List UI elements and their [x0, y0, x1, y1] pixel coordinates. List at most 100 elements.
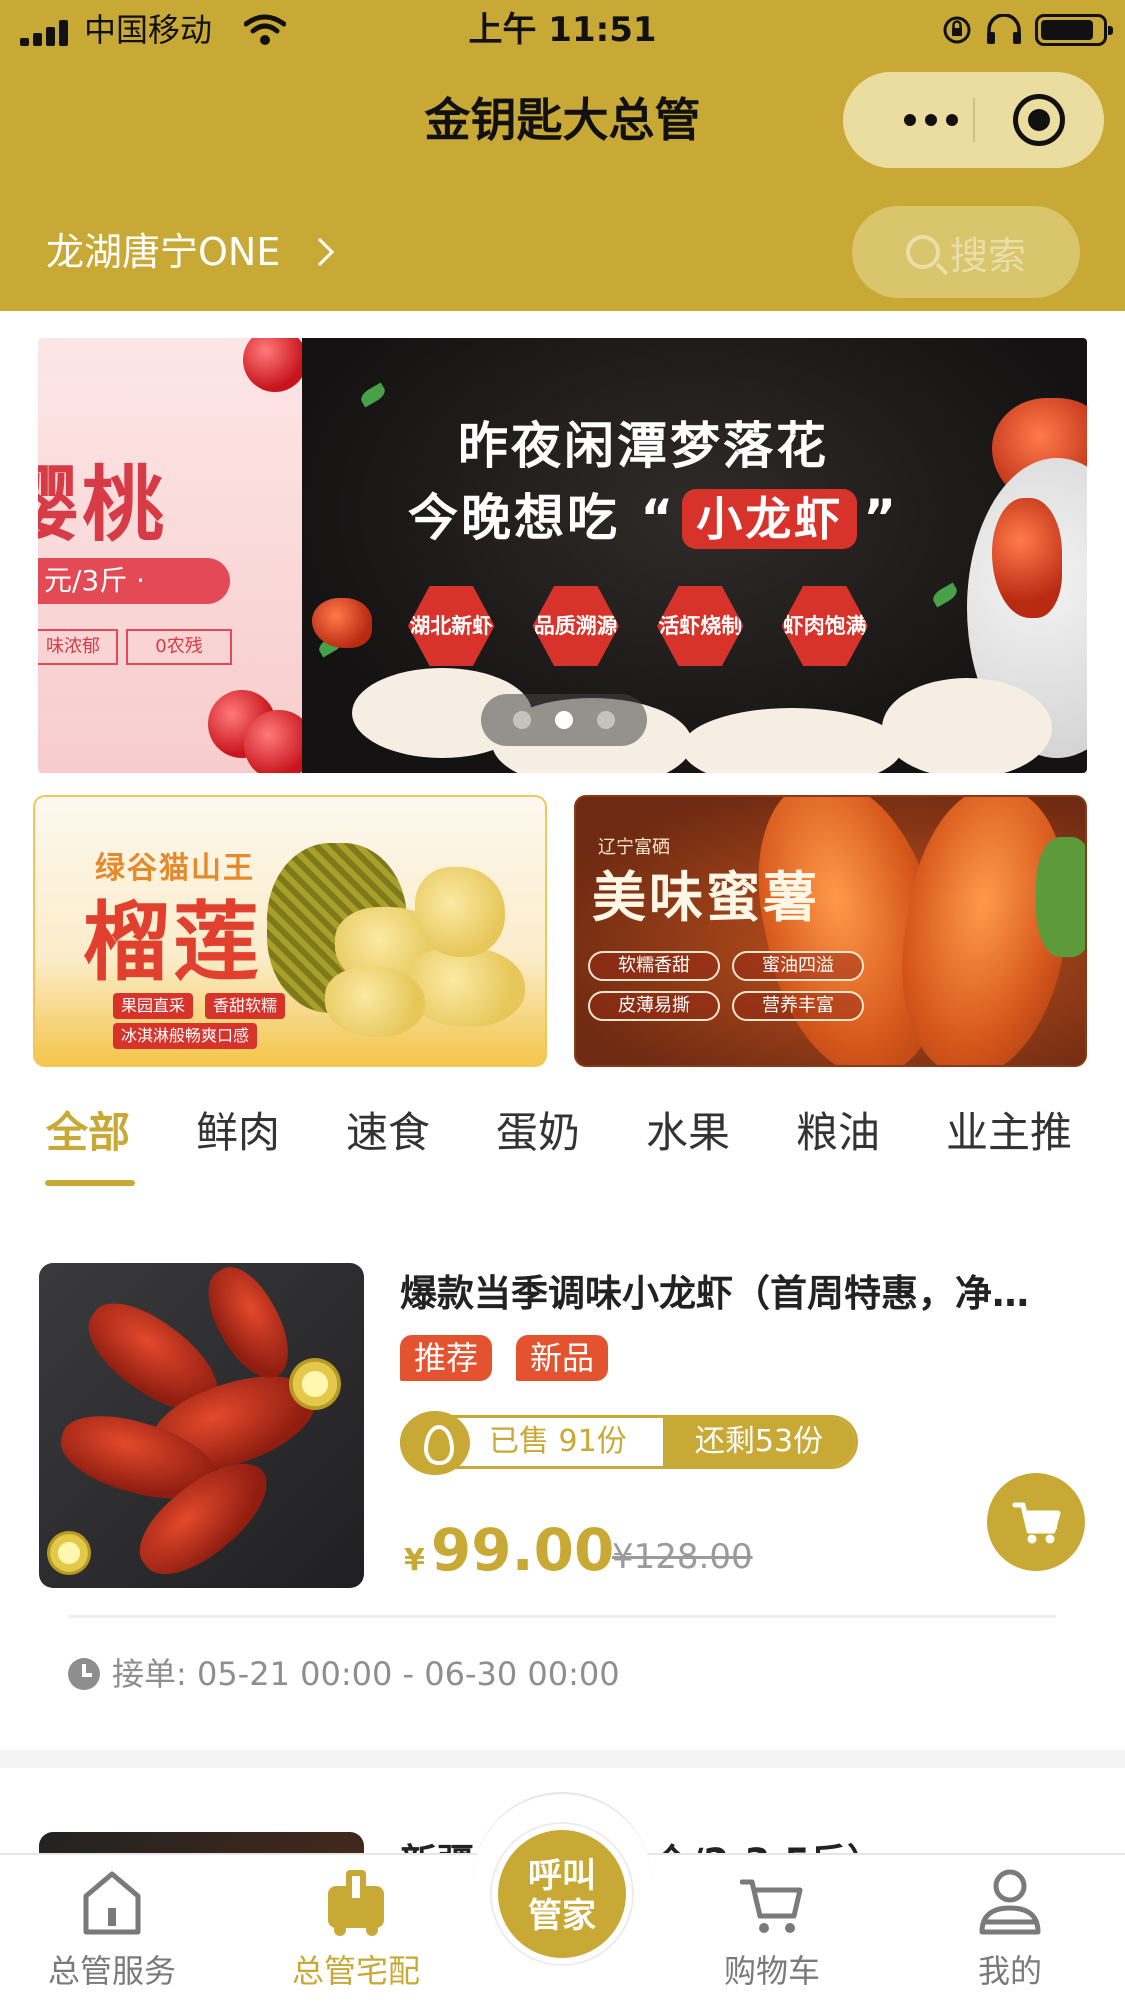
banner-slide-crayfish[interactable]: 昨夜闲潭梦落花 今晚想吃 “小龙虾” 湖北新虾 品质溯源 活虾烧制 虾肉饱满	[302, 338, 1087, 773]
banner-headline-2: 今晚想吃 “小龙虾”	[408, 489, 900, 549]
feature-badge: 虾肉饱满	[781, 586, 868, 666]
app-screen: 中国移动 上午 11:51 金钥匙大总管 龙湖唐宁ONE 搜索 桃 元/3斤 ·…	[0, 0, 1125, 2001]
banner-carousel[interactable]: 樱桃 元/3斤 · 味浓郁 0农残 昨夜闲潭梦落花 今晚想吃 “小龙虾”	[38, 338, 1087, 773]
call-butler-button[interactable]: 呼叫 管家	[492, 1824, 632, 1964]
category-tabs: 全部 鲜肉 速食 蛋奶 水果 粮油 业主推	[46, 1103, 1086, 1163]
product-title[interactable]: 爆款当季调味小龙虾（首周特惠，净…	[400, 1269, 1070, 1319]
badge-new: 新品	[516, 1335, 609, 1381]
promo-tile-sweet-potato[interactable]: 辽宁富硒 美味蜜薯 软糯香甜 蜜油四溢 皮薄易撕 营养丰富	[574, 795, 1087, 1067]
badge-recommended: 推荐	[400, 1335, 493, 1381]
banner-slide-cherry[interactable]: 樱桃 元/3斤 · 味浓郁 0农残	[38, 338, 314, 773]
tab-label: 我的	[977, 1952, 1042, 1990]
currency-symbol: ¥	[404, 1543, 425, 1578]
pagination-dot[interactable]	[513, 711, 531, 729]
cherry-tag-1: 味浓郁	[38, 629, 118, 665]
sweet-potato-title: 美味蜜薯	[592, 866, 820, 929]
more-options-icon[interactable]	[881, 102, 981, 138]
banner-headline-1: 昨夜闲潭梦落花	[458, 417, 829, 475]
cherry-title: 樱桃	[38, 458, 169, 553]
feature-badge: 活虾烧制	[657, 586, 744, 666]
durian-flesh-image	[415, 867, 505, 957]
headphones-icon	[987, 14, 1021, 44]
cloud-decoration	[882, 678, 1052, 773]
search-icon	[905, 235, 940, 269]
durian-flesh-image	[325, 967, 425, 1037]
system-icons	[941, 14, 1113, 46]
location-name: 龙湖唐宁ONE	[46, 230, 281, 274]
call-butler-label-1: 呼叫	[528, 1856, 596, 1896]
cart-icon	[1012, 1502, 1061, 1544]
close-miniprogram-icon[interactable]	[1013, 94, 1065, 146]
flame-icon	[400, 1411, 470, 1475]
sweet-potato-tag: 软糯香甜	[588, 951, 720, 981]
cherry-price: 元/3斤 ·	[38, 558, 230, 604]
feature-badges: 湖北新虾 品质溯源 活虾烧制 虾肉饱满	[408, 586, 868, 666]
remaining-count: 还剩53份	[663, 1418, 855, 1466]
tab-butler-service[interactable]: 总管服务	[22, 1862, 202, 1998]
durian-tag: 香甜软糯	[205, 993, 286, 1019]
cherry-tag-2: 0农残	[126, 629, 232, 665]
shopping-cart-icon	[740, 1879, 803, 1933]
lemon-slice-image	[289, 1358, 341, 1410]
price-value: 99.00	[430, 1516, 615, 1584]
tab-grain-oil[interactable]: 粮油	[796, 1103, 946, 1163]
tab-owner-picks[interactable]: 业主推	[946, 1103, 1086, 1163]
house-icon	[83, 1871, 141, 1935]
capsule-divider	[973, 98, 975, 142]
product-price: ¥ 99.00	[404, 1515, 614, 1585]
status-bar: 中国移动 上午 11:51	[0, 0, 1125, 60]
person-icon	[979, 1869, 1041, 1935]
active-tab-indicator	[45, 1180, 135, 1186]
carousel-pagination	[481, 694, 647, 746]
tab-label: 总管宅配	[291, 1952, 420, 1990]
banner-headline-highlight: 小龙虾	[682, 489, 858, 549]
section-separator	[0, 1750, 1125, 1768]
tab-shopping-cart[interactable]: 购物车	[682, 1862, 862, 1998]
call-butler-label-2: 管家	[528, 1896, 596, 1936]
search-button[interactable]: 搜索	[852, 206, 1080, 298]
rotation-lock-icon	[943, 16, 971, 44]
durian-tag: 果园直采	[113, 993, 194, 1019]
chevron-right-icon	[306, 237, 335, 267]
cherry-image	[243, 338, 307, 392]
sweet-potato-subtitle: 辽宁富硒	[598, 837, 670, 858]
durian-tag: 冰淇淋般畅爽口感	[113, 1023, 258, 1049]
search-label: 搜索	[949, 233, 1026, 278]
delivery-cart-icon	[328, 1870, 384, 1936]
clock-icon	[68, 1658, 100, 1690]
header: 中国移动 上午 11:51 金钥匙大总管 龙湖唐宁ONE 搜索	[0, 0, 1125, 311]
cloud-decoration	[682, 708, 902, 773]
original-price: ¥128.00	[612, 1537, 753, 1577]
tab-profile[interactable]: 我的	[920, 1862, 1100, 1998]
feature-badge: 湖北新虾	[408, 586, 495, 666]
pagination-dot[interactable]	[597, 711, 615, 729]
crayfish-image	[312, 598, 372, 648]
order-window: 接单: 05-21 00:00 - 06-30 00:00	[68, 1651, 620, 1697]
tab-fresh-meat[interactable]: 鲜肉	[196, 1103, 346, 1163]
product-card[interactable]: 爆款当季调味小龙虾（首周特惠，净… 推荐 新品 已售 91份 还剩53份 ¥ 9…	[0, 1225, 1125, 1750]
promo-tile-durian[interactable]: 绿谷猫山王 榴莲 果园直采 香甜软糯 冰淇淋般畅爽口感	[33, 795, 547, 1067]
tab-fast-food[interactable]: 速食	[346, 1103, 496, 1163]
tab-eggs-dairy[interactable]: 蛋奶	[496, 1103, 646, 1163]
tab-label: 购物车	[723, 1952, 820, 1990]
tab-butler-delivery[interactable]: 总管宅配	[266, 1862, 446, 1998]
sweet-potato-tag: 蜜油四溢	[732, 951, 864, 981]
tab-all[interactable]: 全部	[46, 1103, 196, 1163]
order-window-text: 接单: 05-21 00:00 - 06-30 00:00	[112, 1655, 620, 1693]
durian-title: 榴莲	[83, 893, 263, 993]
banner-headline-2-prefix: 今晚想吃	[408, 489, 620, 547]
card-divider	[68, 1615, 1056, 1618]
durian-flesh-image	[405, 947, 525, 1027]
add-to-cart-button[interactable]	[987, 1473, 1085, 1571]
sweet-potato-tag: 营养丰富	[732, 991, 864, 1021]
tab-fruit[interactable]: 水果	[646, 1103, 796, 1163]
battery-icon	[1035, 14, 1113, 46]
leaf-decoration	[930, 582, 960, 608]
lemon-slice-image	[47, 1531, 91, 1575]
sold-count: 已售 91份	[489, 1424, 627, 1459]
product-image[interactable]	[39, 1263, 364, 1588]
leaf-decoration	[358, 382, 388, 408]
location-selector[interactable]: 龙湖唐宁ONE	[46, 224, 335, 280]
tab-label: 总管服务	[47, 1952, 176, 1990]
pagination-dot-active[interactable]	[555, 711, 573, 729]
